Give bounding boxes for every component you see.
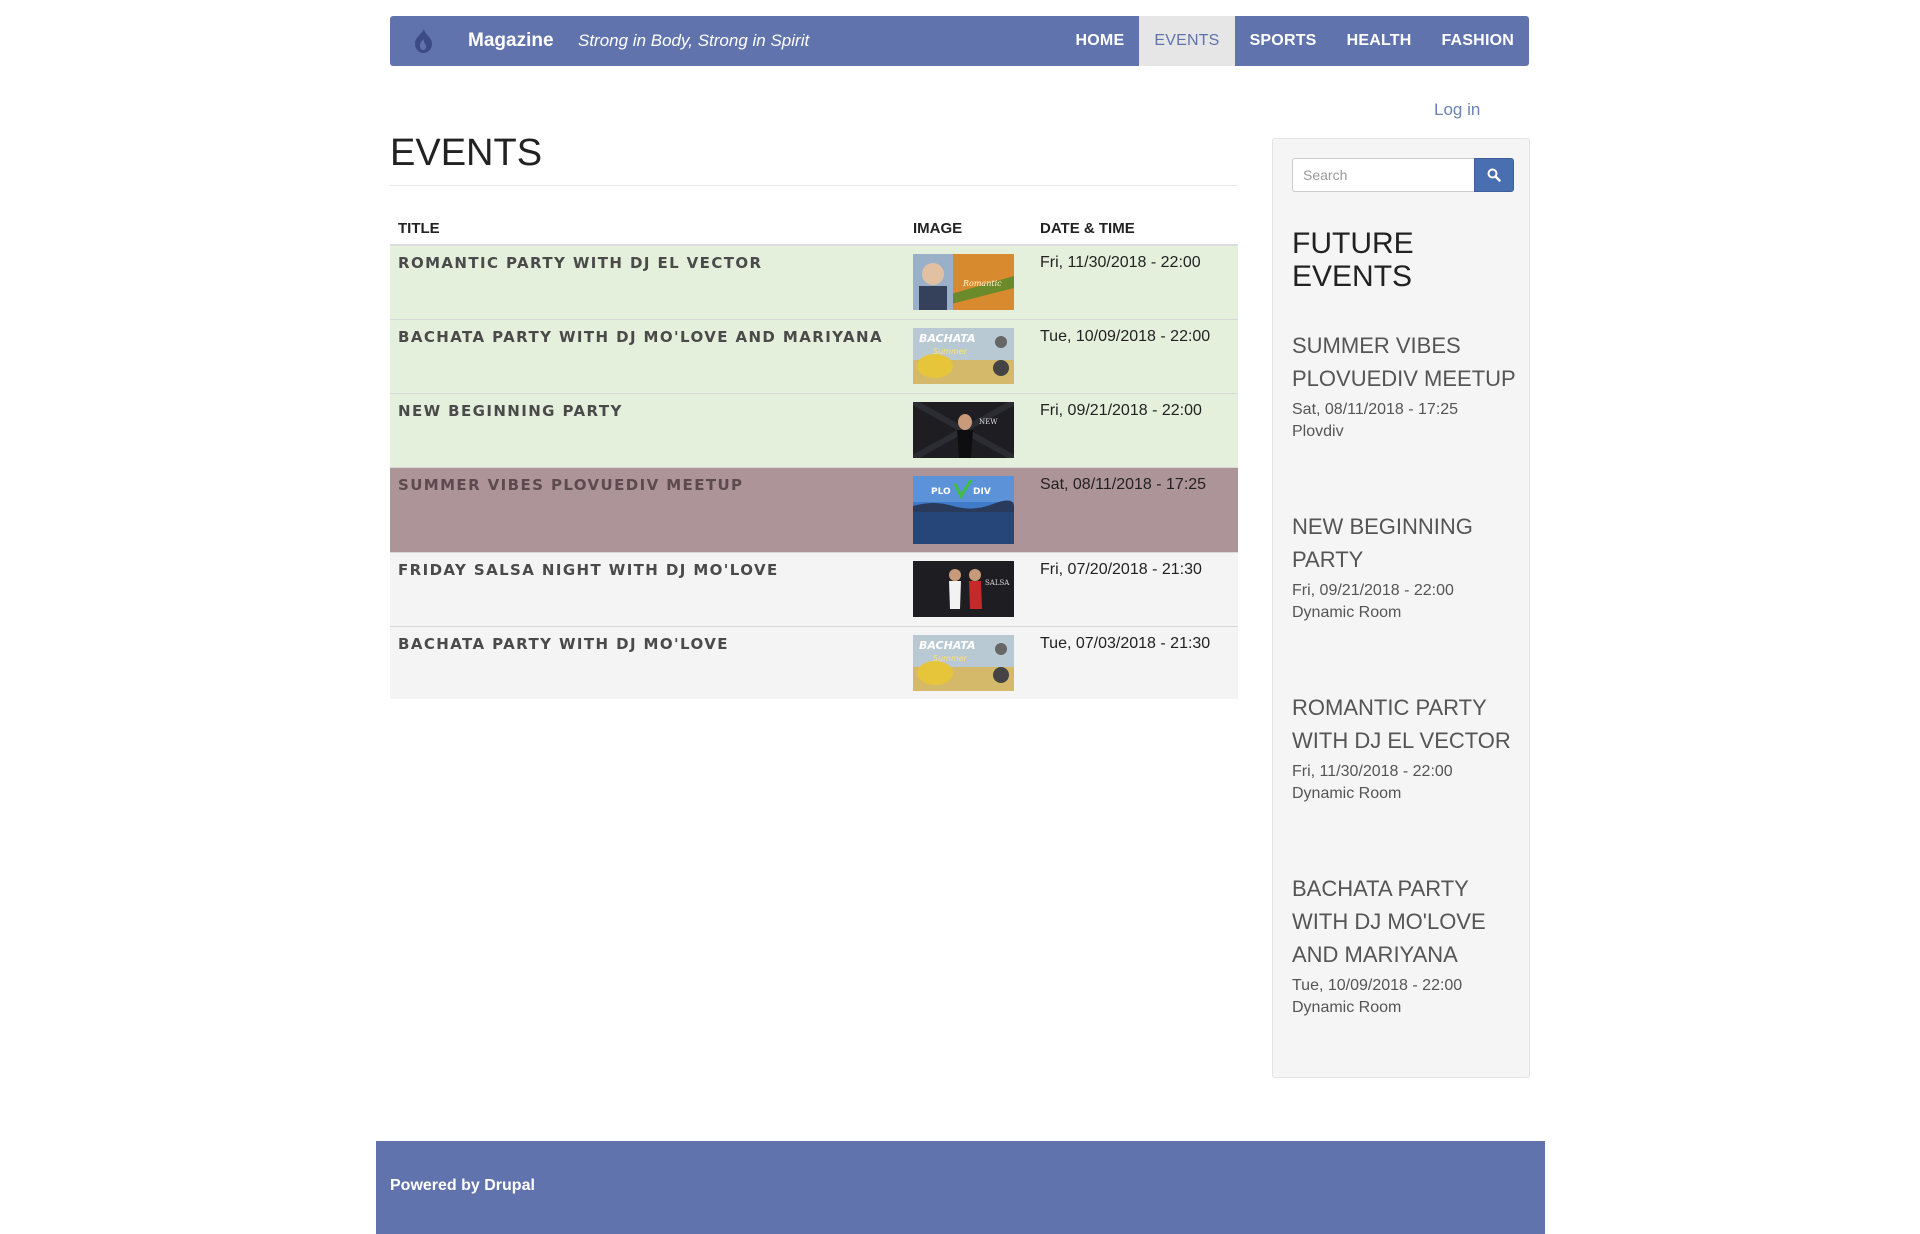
svg-text:NEW: NEW xyxy=(979,418,998,426)
svg-text:Summer: Summer xyxy=(933,654,968,663)
search-form xyxy=(1292,158,1514,192)
future-event-title-link[interactable]: BACHATA PARTY WITH DJ MO'LOVE AND MARIYA… xyxy=(1292,872,1517,971)
sidebar: FUTURE EVENTS SUMMER VIBES PLOVUEDIV MEE… xyxy=(1272,138,1530,1078)
event-date: Tue, 07/03/2018 - 21:30 xyxy=(1040,634,1211,652)
future-event-item: BACHATA PARTY WITH DJ MO'LOVE AND MARIYA… xyxy=(1292,872,1517,1019)
svg-text:BACHATA: BACHATA xyxy=(919,332,975,345)
nav-health[interactable]: HEALTH xyxy=(1332,16,1427,66)
romantic-party-thumbnail[interactable]: Romantic xyxy=(913,254,1014,310)
nav-fashion[interactable]: FASHION xyxy=(1426,16,1529,66)
future-events-heading: FUTURE EVENTS xyxy=(1292,227,1414,293)
table-row: ROMANTIC PARTY WITH DJ EL VECTOR Romanti… xyxy=(390,244,1238,319)
future-event-location: Dynamic Room xyxy=(1292,999,1402,1016)
future-event-location: Dynamic Room xyxy=(1292,604,1402,621)
svg-text:Summer: Summer xyxy=(933,347,968,356)
future-event-date: Fri, 09/21/2018 - 22:00 xyxy=(1292,582,1454,599)
page-title: EVENTS xyxy=(390,132,543,174)
bachata-summer-thumbnail[interactable]: BACHATA Summer xyxy=(913,327,1014,384)
title-divider xyxy=(390,185,1238,186)
table-row-current: SUMMER VIBES PLOVUEDIV MEETUP PLO DIV Sa… xyxy=(390,466,1238,552)
event-title-link[interactable]: NEW BEGINNING PARTY xyxy=(398,402,623,420)
future-event-location: Dynamic Room xyxy=(1292,785,1402,802)
plovdiv-lake-thumbnail[interactable]: PLO DIV xyxy=(913,475,1014,544)
nav-events[interactable]: EVENTS xyxy=(1139,16,1235,66)
table-row: FRIDAY SALSA NIGHT WITH DJ MO'LOVE SALSA… xyxy=(390,551,1238,626)
event-title-link[interactable]: FRIDAY SALSA NIGHT WITH DJ MO'LOVE xyxy=(398,561,779,579)
event-title-link[interactable]: BACHATA PARTY WITH DJ MO'LOVE AND MARIYA… xyxy=(398,328,883,346)
future-event-location: Plovdiv xyxy=(1292,423,1344,440)
svg-text:Romantic: Romantic xyxy=(962,279,1002,288)
nav-home[interactable]: HOME xyxy=(1061,16,1140,66)
top-navbar: Magazine Strong in Body, Strong in Spiri… xyxy=(390,16,1529,66)
bachata-summer-thumbnail[interactable]: BACHATA Summer xyxy=(913,634,1014,691)
event-date: Sat, 08/11/2018 - 17:25 xyxy=(1040,475,1207,493)
search-icon xyxy=(1487,168,1501,182)
event-date: Tue, 10/09/2018 - 22:00 xyxy=(1040,327,1211,345)
event-date: Fri, 07/20/2018 - 21:30 xyxy=(1040,560,1202,578)
column-header-date[interactable]: DATE & TIME xyxy=(1032,212,1238,246)
svg-text:BACHATA: BACHATA xyxy=(919,639,975,652)
nav-sports[interactable]: SPORTS xyxy=(1235,16,1332,66)
event-date: Fri, 11/30/2018 - 22:00 xyxy=(1040,254,1201,271)
table-header-row: TITLE IMAGE DATE & TIME xyxy=(390,212,1238,246)
future-event-date: Tue, 10/09/2018 - 22:00 xyxy=(1292,977,1463,994)
svg-text:PLO: PLO xyxy=(931,487,951,497)
svg-text:SALSA: SALSA xyxy=(985,579,1010,587)
future-event-date: Sat, 08/11/2018 - 17:25 xyxy=(1292,401,1459,418)
column-header-title[interactable]: TITLE xyxy=(390,212,905,246)
table-row: BACHATA PARTY WITH DJ MO'LOVE AND MARIYA… xyxy=(390,318,1238,393)
event-title-link[interactable]: SUMMER VIBES PLOVUEDIV MEETUP xyxy=(398,476,743,494)
future-event-title-link[interactable]: NEW BEGINNING PARTY xyxy=(1292,510,1517,576)
site-slogan: Strong in Body, Strong in Spirit xyxy=(578,31,810,50)
new-beginning-thumbnail[interactable]: NEW xyxy=(913,401,1014,458)
login-link[interactable]: Log in xyxy=(1434,100,1480,120)
site-name[interactable]: Magazine xyxy=(468,16,554,66)
search-button[interactable] xyxy=(1474,158,1514,192)
powered-by-drupal-link[interactable]: Powered by Drupal xyxy=(390,1177,535,1195)
future-event-item: SUMMER VIBES PLOVUEDIV MEETUP Sat, 08/11… xyxy=(1292,329,1517,443)
event-title-link[interactable]: ROMANTIC PARTY WITH DJ EL VECTOR xyxy=(398,254,762,272)
table-row: NEW BEGINNING PARTY NEW Fri, 09/21/2018 … xyxy=(390,392,1238,467)
future-event-title-link[interactable]: ROMANTIC PARTY WITH DJ EL VECTOR xyxy=(1292,691,1517,757)
site-footer: Powered by Drupal xyxy=(376,1141,1545,1234)
search-input[interactable] xyxy=(1292,158,1474,192)
salsa-night-thumbnail[interactable]: SALSA xyxy=(913,560,1014,617)
svg-text:DIV: DIV xyxy=(973,487,991,497)
future-event-title-link[interactable]: SUMMER VIBES PLOVUEDIV MEETUP xyxy=(1292,329,1517,395)
events-table: TITLE IMAGE DATE & TIME ROMANTIC PARTY W… xyxy=(390,212,1238,699)
future-event-date: Fri, 11/30/2018 - 22:00 xyxy=(1292,763,1453,780)
main-menu: HOME EVENTS SPORTS HEALTH FASHION xyxy=(1061,16,1529,66)
column-header-image: IMAGE xyxy=(905,212,1032,246)
event-title-link[interactable]: BACHATA PARTY WITH DJ MO'LOVE xyxy=(398,635,729,653)
table-row: BACHATA PARTY WITH DJ MO'LOVE BACHATA Su… xyxy=(390,625,1238,699)
future-event-item: NEW BEGINNING PARTY Fri, 09/21/2018 - 22… xyxy=(1292,510,1517,624)
event-date: Fri, 09/21/2018 - 22:00 xyxy=(1040,401,1202,419)
drupal-logo-icon[interactable] xyxy=(408,26,438,56)
future-event-item: ROMANTIC PARTY WITH DJ EL VECTOR Fri, 11… xyxy=(1292,691,1517,805)
